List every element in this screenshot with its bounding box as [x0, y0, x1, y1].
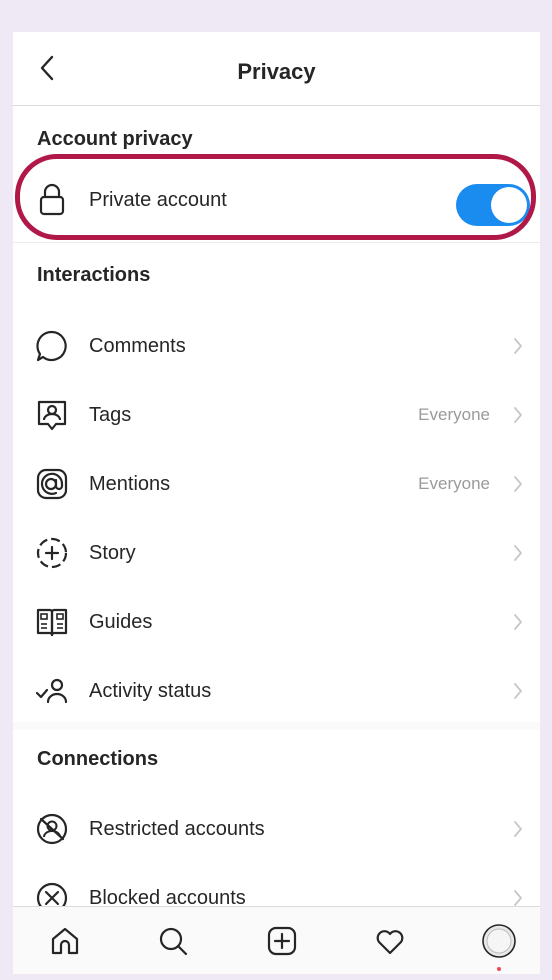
privacy-screen: Privacy Account privacy Private account … [13, 32, 540, 974]
restricted-accounts-label: Restricted accounts [89, 817, 265, 840]
page-title: Privacy [237, 59, 316, 84]
search-tab[interactable] [153, 921, 193, 961]
chevron-right-icon [508, 681, 528, 701]
restricted-accounts-row[interactable]: Restricted accounts [13, 799, 540, 859]
guides-row[interactable]: Guides [13, 592, 540, 652]
tags-row[interactable]: Tags Everyone [13, 385, 540, 445]
chevron-right-icon [508, 336, 528, 356]
bottom-tab-bar [13, 906, 540, 974]
tags-label: Tags [89, 403, 132, 426]
story-icon [35, 536, 69, 570]
chevron-right-icon [508, 612, 528, 632]
mention-icon [35, 467, 69, 501]
search-icon [159, 927, 188, 956]
home-icon [51, 927, 79, 955]
chevron-right-icon [508, 888, 528, 908]
profile-avatar [482, 924, 516, 958]
notification-dot [497, 967, 501, 971]
chevron-right-icon [508, 405, 528, 425]
chevron-right-icon [508, 819, 528, 839]
section-separator [13, 722, 540, 730]
divider [13, 242, 540, 243]
top-bar: Privacy [13, 32, 540, 106]
interactions-heading: Interactions [37, 264, 151, 286]
comments-label: Comments [89, 334, 186, 357]
tag-icon [35, 398, 69, 432]
account-privacy-heading: Account privacy [37, 128, 193, 150]
activity-status-row[interactable]: Activity status [13, 661, 540, 721]
mentions-label: Mentions [89, 472, 171, 495]
comments-row[interactable]: Comments [13, 316, 540, 376]
profile-tab[interactable] [479, 921, 519, 961]
home-tab[interactable] [45, 921, 85, 961]
new-post-icon [267, 926, 297, 956]
story-label: Story [89, 541, 136, 564]
mentions-value: Everyone [418, 474, 490, 493]
activity-tab[interactable] [370, 921, 410, 961]
guides-icon [35, 605, 69, 639]
new-post-tab[interactable] [262, 921, 302, 961]
mentions-row[interactable]: Mentions Everyone [13, 454, 540, 514]
story-row[interactable]: Story [13, 523, 540, 583]
guides-label: Guides [89, 610, 153, 633]
activity-status-icon [35, 674, 69, 708]
comment-icon [35, 329, 69, 363]
activity-heart-icon [376, 930, 404, 955]
chevron-right-icon [508, 474, 528, 494]
chevron-right-icon [508, 543, 528, 563]
highlight-outline [15, 154, 536, 240]
activity-status-label: Activity status [89, 679, 212, 702]
tags-value: Everyone [418, 405, 490, 424]
connections-heading: Connections [37, 748, 159, 770]
restricted-icon [35, 812, 69, 846]
